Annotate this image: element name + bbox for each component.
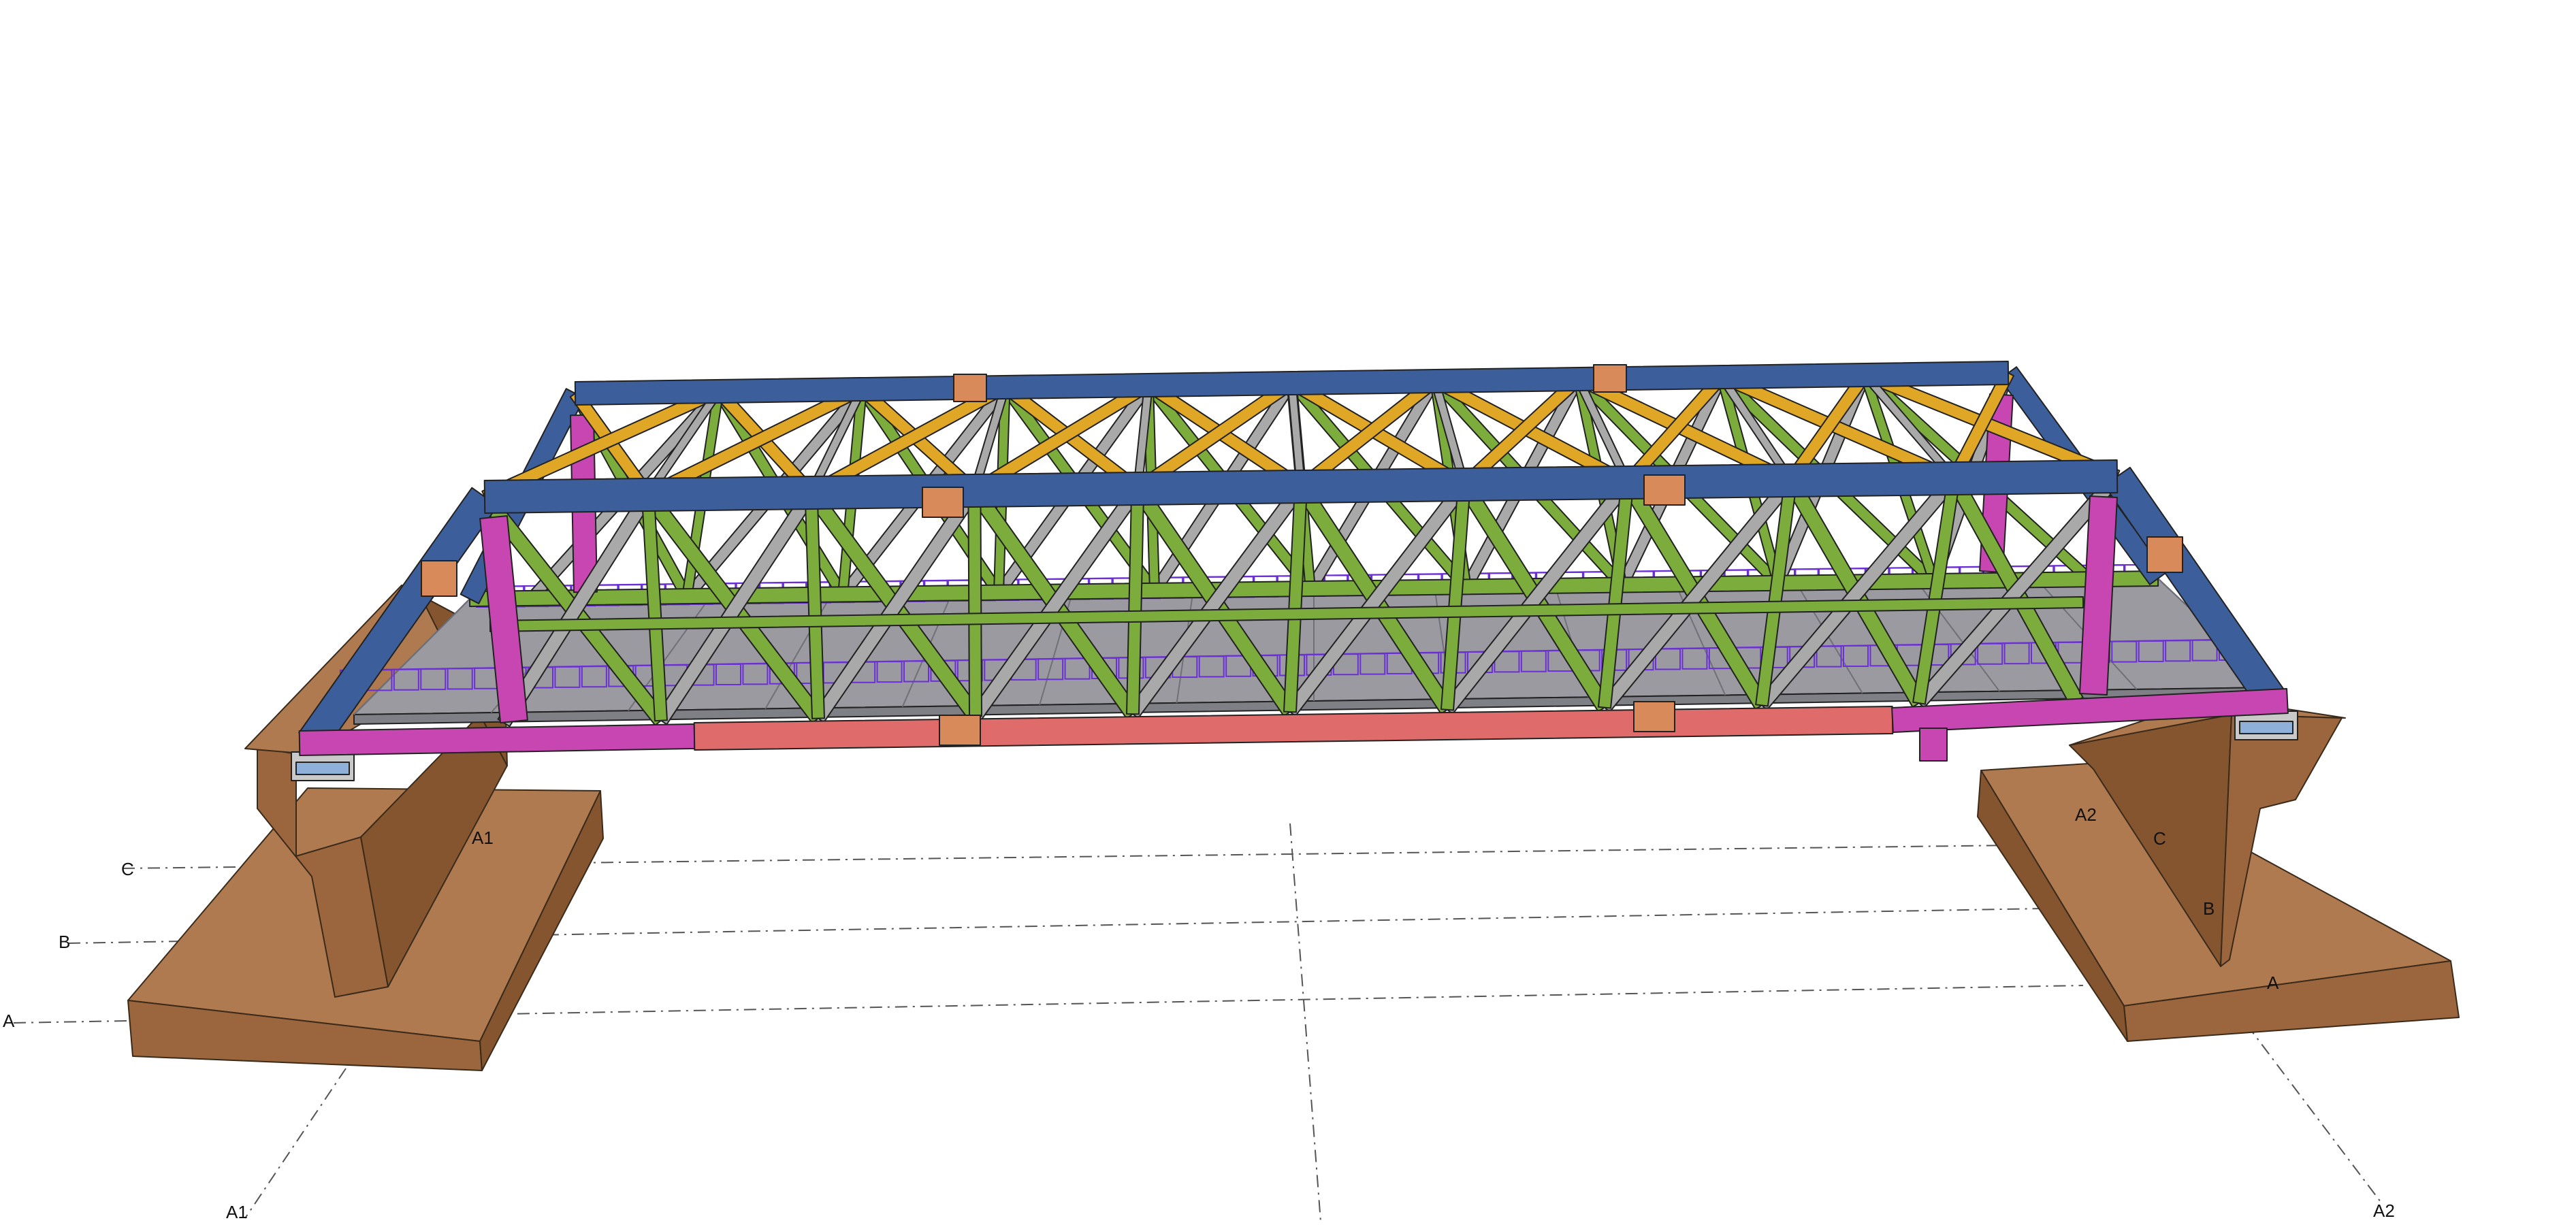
splice-plate xyxy=(1643,474,1686,506)
grid-label-left-c: C xyxy=(121,859,134,879)
grid-line-center xyxy=(1289,823,1321,1222)
splice-plate xyxy=(922,487,964,518)
model-viewport[interactable]: C B A A1 A1 A2 C B A A2 xyxy=(0,0,2576,1222)
grid-label-right-c: C xyxy=(2153,828,2166,849)
grid-line-a2-axis xyxy=(2246,1024,2383,1205)
splice-plate xyxy=(1593,364,1627,393)
abutment-a2 xyxy=(1977,697,2460,1042)
grid-label-bottom-a2: A2 xyxy=(2373,1200,2395,1221)
splice-plate xyxy=(939,715,981,746)
grid-line-a1-axis xyxy=(244,1068,347,1219)
grid-label-left-a: A xyxy=(3,1011,15,1031)
splice-plate xyxy=(953,374,987,402)
grid-label-right-a: A xyxy=(2267,973,2279,993)
bearing-a2-plate xyxy=(2239,721,2293,734)
grid-label-left-b: B xyxy=(59,932,70,952)
near-bottom-chord-left xyxy=(298,723,696,756)
bridge-3d-model: C B A A1 A1 A2 C B A A2 xyxy=(3,361,2460,1222)
grid-label-bottom-a1: A1 xyxy=(226,1202,248,1222)
grid-label-right-a2: A2 xyxy=(2075,804,2097,825)
bearing-stiffener-block xyxy=(1919,728,1948,762)
near-web-vertical xyxy=(967,490,982,717)
chord-connection-plate xyxy=(421,560,457,597)
bearing-a1-plate xyxy=(295,762,350,775)
grid-label-right-b: B xyxy=(2203,898,2215,919)
chord-connection-plate xyxy=(2146,536,2183,573)
splice-plate xyxy=(1633,701,1675,732)
grid-label-left-a1: A1 xyxy=(472,828,494,848)
